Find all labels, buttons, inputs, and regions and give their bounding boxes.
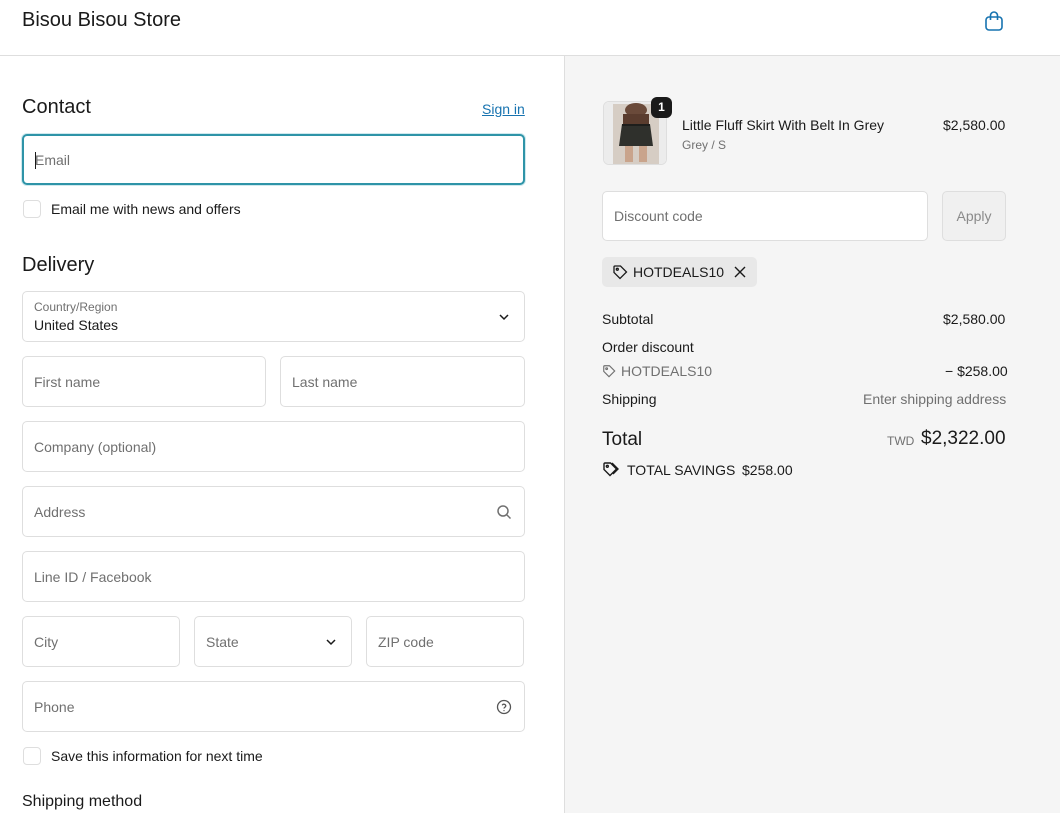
discount-code-placeholder: Discount code bbox=[614, 208, 703, 224]
company-field[interactable]: Company (optional) bbox=[22, 421, 525, 472]
subtotal-label: Subtotal bbox=[602, 311, 654, 327]
city-field[interactable]: City bbox=[22, 616, 180, 667]
address-placeholder: Address bbox=[34, 503, 86, 520]
line-id-field[interactable]: Line ID / Facebook bbox=[22, 551, 525, 602]
help-icon[interactable] bbox=[496, 699, 512, 715]
country-label: Country/Region bbox=[34, 300, 118, 314]
product-price: $2,580.00 bbox=[943, 117, 1006, 133]
country-value: United States bbox=[34, 317, 119, 333]
store-name[interactable]: Bisou Bisou Store bbox=[22, 9, 181, 32]
line-id-placeholder: Line ID / Facebook bbox=[34, 568, 152, 585]
shipping-label: Shipping bbox=[602, 391, 657, 407]
company-placeholder: Company (optional) bbox=[34, 438, 157, 455]
tag-icon bbox=[603, 365, 616, 378]
save-info-checkbox-row[interactable]: Save this information for next time bbox=[23, 747, 263, 765]
discount-code-field[interactable]: Discount code bbox=[602, 191, 928, 241]
order-discount-label: Order discount bbox=[602, 339, 694, 355]
applied-discount-chip: HOTDEALS10 bbox=[602, 257, 757, 287]
save-info-checkbox[interactable] bbox=[23, 747, 41, 765]
last-name-placeholder: Last name bbox=[292, 373, 358, 390]
apply-button[interactable]: Apply bbox=[942, 191, 1006, 241]
discount-code-label: HOTDEALS10 bbox=[621, 363, 713, 379]
tag-icon bbox=[613, 265, 628, 280]
email-placeholder: Email bbox=[35, 151, 71, 168]
email-field[interactable]: Email bbox=[22, 134, 525, 185]
phone-placeholder: Phone bbox=[34, 698, 75, 715]
state-placeholder: State bbox=[206, 633, 239, 650]
total-value: $2,322.00 bbox=[921, 428, 1006, 449]
applied-discount-code: HOTDEALS10 bbox=[633, 264, 725, 280]
search-icon[interactable] bbox=[496, 504, 512, 520]
news-checkbox[interactable] bbox=[23, 200, 41, 218]
quantity-badge: 1 bbox=[651, 97, 672, 118]
sign-in-link[interactable]: Sign in bbox=[482, 101, 525, 117]
shipping-method-title: Shipping method bbox=[22, 793, 143, 810]
city-placeholder: City bbox=[34, 633, 59, 650]
total-label: Total bbox=[602, 429, 643, 450]
total-savings-label: TOTAL SAVINGS bbox=[627, 462, 736, 478]
address-field[interactable]: Address bbox=[22, 486, 525, 537]
last-name-field[interactable]: Last name bbox=[280, 356, 525, 407]
first-name-placeholder: First name bbox=[34, 373, 101, 390]
chevron-down-icon bbox=[499, 313, 509, 320]
shopping-bag-icon[interactable] bbox=[983, 10, 1005, 32]
contact-title: Contact bbox=[22, 96, 91, 118]
save-info-label: Save this information for next time bbox=[51, 748, 263, 764]
state-select[interactable]: State bbox=[194, 616, 352, 667]
chevron-down-icon bbox=[326, 638, 336, 645]
currency-code: TWD bbox=[887, 434, 915, 448]
news-label: Email me with news and offers bbox=[51, 201, 241, 217]
product-variant: Grey / S bbox=[682, 138, 727, 152]
close-icon[interactable] bbox=[733, 265, 747, 279]
first-name-field[interactable]: First name bbox=[22, 356, 266, 407]
product-name: Little Fluff Skirt With Belt In Grey bbox=[682, 117, 885, 133]
phone-field[interactable]: Phone bbox=[22, 681, 525, 732]
shipping-value: Enter shipping address bbox=[863, 391, 1007, 407]
savings-tag-icon bbox=[603, 462, 619, 477]
discount-value: − $258.00 bbox=[945, 363, 1008, 379]
news-checkbox-row[interactable]: Email me with news and offers bbox=[23, 200, 241, 218]
total-savings-value: $258.00 bbox=[742, 462, 793, 478]
delivery-title: Delivery bbox=[22, 254, 95, 276]
zip-placeholder: ZIP code bbox=[378, 633, 434, 650]
header: Bisou Bisou Store bbox=[0, 0, 1060, 56]
country-select[interactable]: Country/Region United States bbox=[22, 291, 525, 342]
zip-field[interactable]: ZIP code bbox=[366, 616, 524, 667]
subtotal-value: $2,580.00 bbox=[943, 311, 1006, 327]
